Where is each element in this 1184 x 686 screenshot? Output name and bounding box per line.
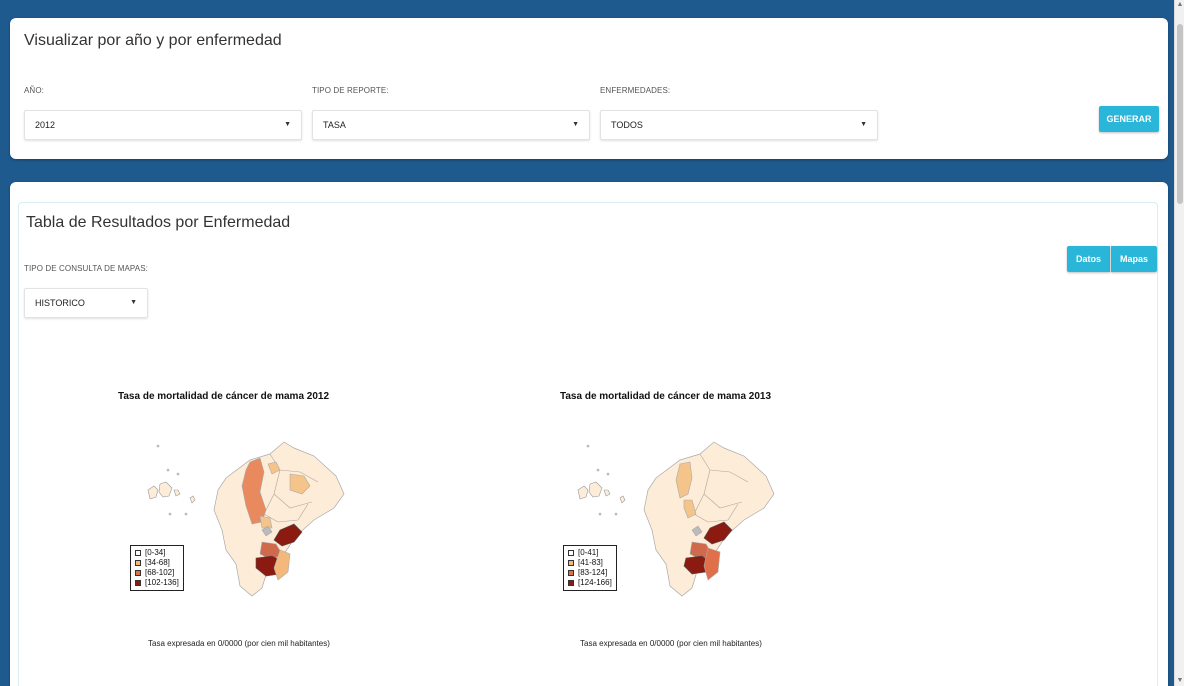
legend-item: [41-83]	[568, 558, 612, 568]
generate-button[interactable]: GENERAR	[1099, 106, 1159, 132]
year-select-value: 2012	[35, 120, 56, 130]
legend-swatch	[135, 560, 141, 566]
map-query-type-select-value: HISTORICO	[35, 298, 85, 308]
legend-label: [102-136]	[145, 578, 179, 587]
map-2012-legend: [0-34] [34-68] [68-102] [102-136]	[130, 545, 184, 591]
legend-label: [0-41]	[578, 548, 599, 557]
legend-swatch	[568, 560, 574, 566]
scroll-up-icon[interactable]: ▲	[1176, 0, 1184, 10]
legend-label: [124-166]	[578, 578, 612, 587]
filter-panel: Visualizar por año y por enfermedad AÑO:…	[10, 18, 1168, 159]
report-type-select[interactable]: TASA ▼	[312, 110, 590, 140]
page-scrollbar[interactable]: ▲ ▼	[1174, 0, 1184, 686]
chevron-down-icon: ▼	[572, 121, 579, 128]
map-2013-legend: [0-41] [41-83] [83-124] [124-166]	[563, 545, 617, 591]
results-title: Tabla de Resultados por Enfermedad	[26, 214, 291, 231]
legend-label: [34-68]	[145, 558, 170, 567]
results-panel: Tabla de Resultados por Enfermedad Datos…	[10, 182, 1168, 686]
legend-item: [0-34]	[135, 548, 179, 558]
map-2012-caption: Tasa expresada en 0/0000 (por cien mil h…	[148, 639, 330, 648]
legend-swatch	[135, 580, 141, 586]
diseases-select[interactable]: TODOS ▼	[600, 110, 878, 140]
legend-swatch	[568, 580, 574, 586]
chevron-down-icon: ▼	[130, 299, 137, 306]
legend-item: [83-124]	[568, 568, 612, 578]
legend-swatch	[135, 550, 141, 556]
legend-label: [41-83]	[578, 558, 603, 567]
map-query-type-select[interactable]: HISTORICO ▼	[24, 288, 148, 318]
legend-item: [124-166]	[568, 578, 612, 588]
scroll-thumb[interactable]	[1177, 24, 1183, 204]
legend-swatch	[568, 570, 574, 576]
legend-label: [0-34]	[145, 548, 166, 557]
year-label: AÑO:	[24, 86, 44, 95]
report-type-select-value: TASA	[323, 120, 346, 130]
scroll-down-icon[interactable]: ▼	[1176, 676, 1184, 686]
diseases-select-value: TODOS	[611, 120, 643, 130]
legend-label: [83-124]	[578, 568, 608, 577]
map-2013-caption: Tasa expresada en 0/0000 (por cien mil h…	[580, 639, 762, 648]
map-2013-title: Tasa de mortalidad de cáncer de mama 201…	[560, 391, 772, 402]
legend-item: [68-102]	[135, 568, 179, 578]
chevron-down-icon: ▼	[284, 121, 291, 128]
chevron-down-icon: ▼	[860, 121, 867, 128]
map-2012-title: Tasa de mortalidad de cáncer de mama 201…	[118, 391, 330, 402]
legend-item: [102-136]	[135, 578, 179, 588]
mapas-button[interactable]: Mapas	[1111, 246, 1157, 272]
legend-item: [34-68]	[135, 558, 179, 568]
year-select[interactable]: 2012 ▼	[24, 110, 302, 140]
legend-swatch	[135, 570, 141, 576]
filter-panel-title: Visualizar por año y por enfermedad	[24, 32, 282, 49]
map-query-type-label: TIPO DE CONSULTA DE MAPAS:	[24, 264, 148, 273]
diseases-label: ENFERMEDADES:	[600, 86, 671, 95]
report-type-label: TIPO DE REPORTE:	[312, 86, 389, 95]
legend-swatch	[568, 550, 574, 556]
legend-item: [0-41]	[568, 548, 612, 558]
datos-button[interactable]: Datos	[1067, 246, 1110, 272]
legend-label: [68-102]	[145, 568, 175, 577]
